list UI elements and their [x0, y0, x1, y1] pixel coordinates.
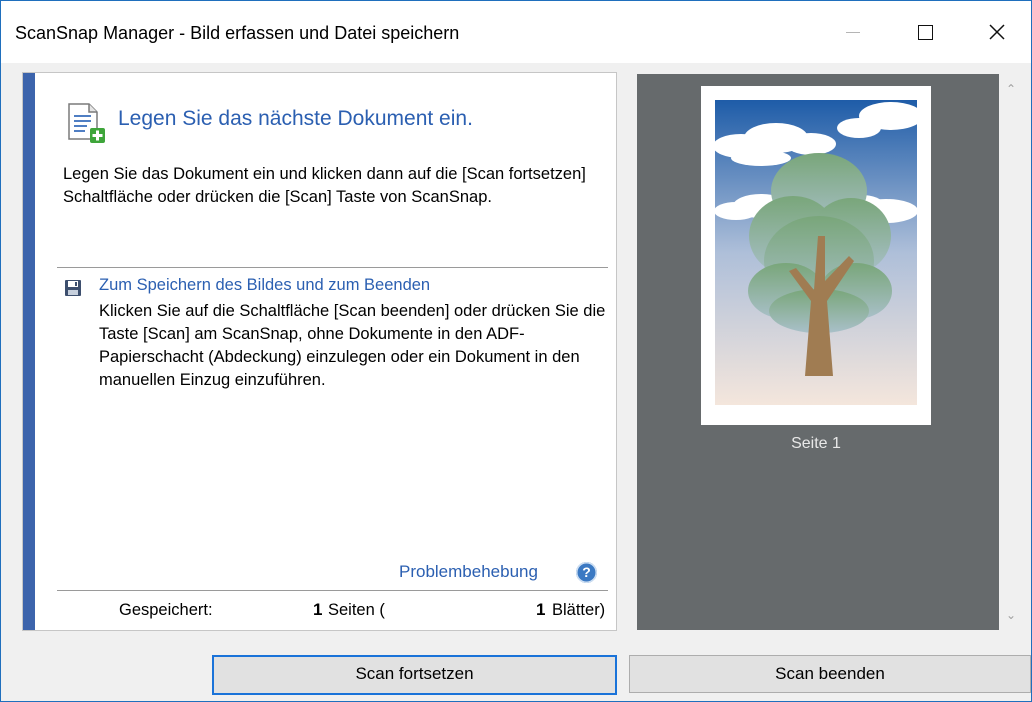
window-title: ScanSnap Manager - Bild erfassen und Dat… [15, 23, 460, 43]
maximize-icon [917, 24, 933, 40]
saved-pages-count: 1 [313, 600, 323, 619]
instruction-heading: Legen Sie das nächste Dokument ein. [118, 107, 473, 130]
accent-bar [23, 73, 35, 630]
add-document-icon [68, 103, 105, 143]
close-icon [989, 24, 1005, 40]
maximize-button[interactable] [891, 1, 959, 63]
instruction-text: Legen Sie das Dokument ein und klicken d… [63, 165, 586, 206]
saved-pages-unit: Seiten ( [328, 601, 385, 619]
scan-continue-button[interactable]: Scan fortsetzen [212, 655, 617, 695]
troubleshooting-link[interactable]: Problembehebung [399, 562, 538, 582]
scan-end-button[interactable]: Scan beenden [629, 655, 1031, 693]
page-label: Seite 1 [791, 435, 841, 452]
scroll-up-icon[interactable]: ⌃ [1006, 82, 1016, 96]
save-icon [65, 280, 81, 296]
divider [57, 590, 608, 591]
preview-panel: Seite 1 ⌃ ⌄ [637, 74, 1030, 630]
help-icon[interactable]: ? [576, 562, 597, 583]
close-button[interactable] [963, 1, 1031, 63]
divider [57, 267, 608, 268]
instruction-panel: Legen Sie das nächste Dokument ein. Lege… [22, 72, 617, 631]
save-section-heading: Zum Speichern des Bildes und zum Beenden [99, 276, 431, 294]
preview-scrollbar[interactable]: ⌃ ⌄ [999, 74, 1030, 630]
title-bar: ScanSnap Manager - Bild erfassen und Dat… [1, 1, 1031, 63]
scroll-down-icon[interactable]: ⌄ [1006, 608, 1016, 622]
scan-dialog-window: ScanSnap Manager - Bild erfassen und Dat… [0, 0, 1032, 702]
scanned-page-image [701, 86, 931, 425]
page-thumbnail[interactable] [701, 86, 931, 425]
save-section-text: Klicken Sie auf die Schaltfläche [Scan b… [99, 302, 606, 389]
minimize-icon [846, 31, 860, 33]
saved-sheets-count: 1 [536, 600, 546, 619]
saved-label: Gespeichert: [119, 601, 213, 619]
saved-sheets-unit: Blätter) [552, 601, 606, 619]
minimize-button[interactable] [819, 1, 887, 63]
